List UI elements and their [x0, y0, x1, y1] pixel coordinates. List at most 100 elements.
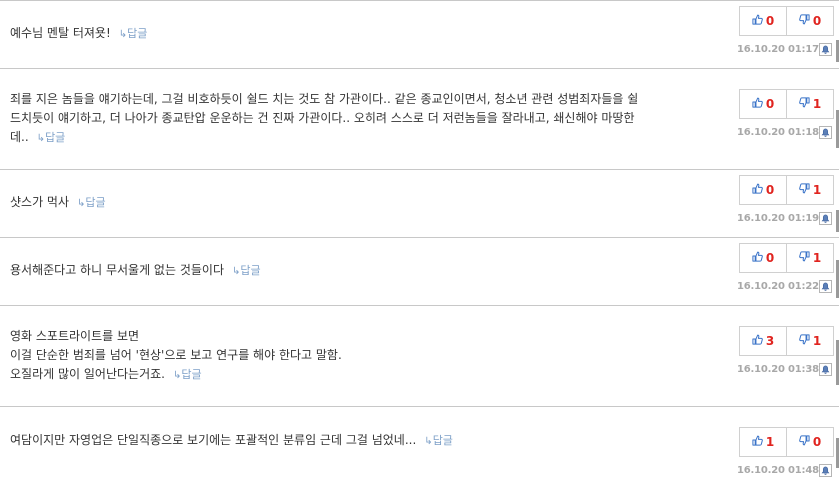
comment-text: 용서해준다고 하니 무서울게 없는 것들이다 ↳답글 [10, 238, 710, 304]
upvote-count: 3 [765, 334, 775, 348]
comment-line-text: 여담이지만 자영업은 단일직종으로 보기에는 포괄적인 분류임 근데 그걸 넘었… [10, 433, 417, 447]
upvote-button[interactable]: 0 [740, 244, 786, 272]
comment-line-text: 데.. [10, 129, 29, 144]
downvote-count: 1 [812, 97, 822, 111]
downvote-button[interactable]: 1 [786, 176, 833, 204]
report-bell-icon[interactable] [819, 125, 832, 139]
vote-box: 31 [739, 326, 834, 356]
comment-timestamp: 16.10.20 01:18 [737, 126, 819, 138]
comment-text: 샷스가 먹사 ↳답글 [10, 170, 710, 236]
downvote-count: 0 [812, 435, 822, 449]
reply-link[interactable]: ↳답글 [424, 434, 453, 447]
comment-row: 샷스가 먹사 ↳답글 0 1 16.10.20 01:19 [0, 169, 839, 237]
comment-line: 데.. ↳답글 [10, 128, 710, 148]
upvote-button[interactable]: 0 [740, 90, 786, 118]
reply-arrow-icon: ↳ [118, 29, 128, 40]
comment-row: 예수님 멘탈 터져욧! ↳답글 0 0 16.10.20 01:17 [0, 0, 839, 68]
comment-line-text: 용서해준다고 하니 무서울게 없는 것들이다 [10, 263, 224, 277]
thumbs-up-icon [752, 435, 766, 449]
thumbs-up-icon [752, 97, 766, 111]
report-bell-icon[interactable] [819, 463, 832, 477]
report-bell-icon[interactable] [819, 362, 832, 376]
reply-link[interactable]: ↳답글 [173, 368, 202, 381]
thumbs-up-icon [752, 334, 766, 348]
comment-text: 예수님 멘탈 터져욧! ↳답글 [10, 1, 710, 67]
reply-link[interactable]: ↳답글 [232, 264, 261, 277]
upvote-button[interactable]: 0 [740, 176, 786, 204]
downvote-count: 1 [812, 251, 822, 265]
report-bell-icon[interactable] [819, 279, 832, 293]
reply-arrow-icon: ↳ [36, 132, 46, 144]
thumbs-down-icon [798, 334, 813, 348]
upvote-button[interactable]: 3 [740, 327, 786, 355]
comment-line: 여담이지만 자영업은 단일직종으로 보기에는 포괄적인 분류임 근데 그걸 넘었… [10, 431, 710, 451]
comment-timestamp: 16.10.20 01:17 [737, 43, 819, 55]
downvote-count: 1 [812, 183, 822, 197]
comment-row: 여담이지만 자영업은 단일직종으로 보기에는 포괄적인 분류임 근데 그걸 넘었… [0, 406, 839, 478]
vote-box: 01 [739, 89, 834, 119]
upvote-count: 0 [765, 183, 775, 197]
comment-line: 예수님 멘탈 터져욧! ↳답글 [10, 24, 710, 44]
reply-label: 답글 [181, 367, 202, 381]
comment-line-text: 오질라게 많이 일어난다는거죠. [10, 366, 165, 381]
comment-row: 영화 스포트라이트를 보면이걸 단순한 범죄를 넘어 '현상'으로 보고 연구를… [0, 305, 839, 406]
upvote-button[interactable]: 0 [740, 7, 786, 35]
thumbs-down-icon [798, 183, 813, 197]
comment-line: 용서해준다고 하니 무서울게 없는 것들이다 ↳답글 [10, 261, 710, 281]
comment-line-text: 죄를 지은 놈들을 얘기하는데, 그걸 비호하듯이 쉴드 치는 것도 참 가관이… [10, 91, 639, 106]
comment-line: 오질라게 많이 일어난다는거죠. ↳답글 [10, 365, 710, 385]
comment-line-text: 샷스가 먹사 [10, 195, 70, 209]
reply-arrow-icon: ↳ [424, 436, 433, 447]
comment-line: 샷스가 먹사 ↳답글 [10, 193, 710, 213]
downvote-button[interactable]: 1 [786, 327, 833, 355]
report-bell-icon[interactable] [819, 42, 832, 56]
comment-meta: 16.10.20 01:19 [737, 210, 832, 226]
upvote-count: 0 [765, 97, 775, 111]
report-bell-icon[interactable] [819, 211, 832, 225]
comment-timestamp: 16.10.20 01:19 [737, 212, 819, 224]
comment-list: 예수님 멘탈 터져욧! ↳답글 0 0 16.10.20 01:17 죄를 지은 놈들을 … [0, 0, 839, 479]
thumbs-up-icon [752, 183, 766, 197]
upvote-count: 1 [765, 435, 775, 449]
comment-row: 죄를 지은 놈들을 얘기하는데, 그걸 비호하듯이 쉴드 치는 것도 참 가관이… [0, 68, 839, 169]
thumbs-down-icon [798, 97, 813, 111]
comment-line: 죄를 지은 놈들을 얘기하는데, 그걸 비호하듯이 쉴드 치는 것도 참 가관이… [10, 90, 710, 109]
reply-label: 답글 [432, 434, 453, 447]
downvote-button[interactable]: 1 [786, 244, 833, 272]
vote-box: 00 [739, 6, 834, 36]
comment-meta: 16.10.20 01:48 [737, 462, 832, 478]
comment-meta: 16.10.20 01:38 [737, 361, 832, 377]
comment-line-text: 예수님 멘탈 터져욧! [10, 26, 111, 40]
comment-line-text: 영화 스포트라이트를 보면 [10, 328, 140, 343]
thumbs-up-icon [752, 251, 766, 265]
reply-label: 답글 [45, 130, 66, 144]
comment-meta: 16.10.20 01:17 [737, 41, 832, 57]
comment-line-text: 드치듯이 얘기하고, 더 나아가 종교탄압 운운하는 건 진짜 가관이다.. 오… [10, 110, 635, 125]
downvote-button[interactable]: 0 [786, 7, 833, 35]
downvote-button[interactable]: 0 [786, 428, 833, 456]
downvote-button[interactable]: 1 [786, 90, 833, 118]
comment-line: 드치듯이 얘기하고, 더 나아가 종교탄압 운운하는 건 진짜 가관이다.. 오… [10, 109, 710, 128]
comment-meta: 16.10.20 01:22 [737, 278, 832, 294]
thumbs-up-icon [752, 14, 766, 28]
comment-timestamp: 16.10.20 01:38 [737, 363, 819, 375]
vote-box: 10 [739, 427, 834, 457]
reply-label: 답글 [127, 27, 148, 40]
reply-label: 답글 [240, 264, 261, 277]
reply-link[interactable]: ↳답글 [77, 196, 106, 209]
thumbs-down-icon [798, 251, 813, 265]
comment-line: 영화 스포트라이트를 보면 [10, 327, 710, 346]
downvote-count: 0 [812, 14, 822, 28]
upvote-count: 0 [765, 14, 775, 28]
comment-row: 용서해준다고 하니 무서울게 없는 것들이다 ↳답글 0 1 16.10.20 01:2… [0, 237, 839, 305]
upvote-button[interactable]: 1 [740, 428, 786, 456]
vote-box: 01 [739, 243, 834, 273]
thumbs-down-icon [798, 14, 813, 28]
thumbs-down-icon [798, 435, 813, 449]
vote-box: 01 [739, 175, 834, 205]
reply-link[interactable]: ↳답글 [119, 27, 148, 40]
reply-link[interactable]: ↳답글 [37, 131, 66, 144]
comment-text: 죄를 지은 놈들을 얘기하는데, 그걸 비호하듯이 쉴드 치는 것도 참 가관이… [10, 69, 710, 168]
comment-timestamp: 16.10.20 01:22 [737, 280, 819, 292]
comment-line-text: 이걸 단순한 범죄를 넘어 '현상'으로 보고 연구를 해야 한다고 말함. [10, 347, 342, 362]
